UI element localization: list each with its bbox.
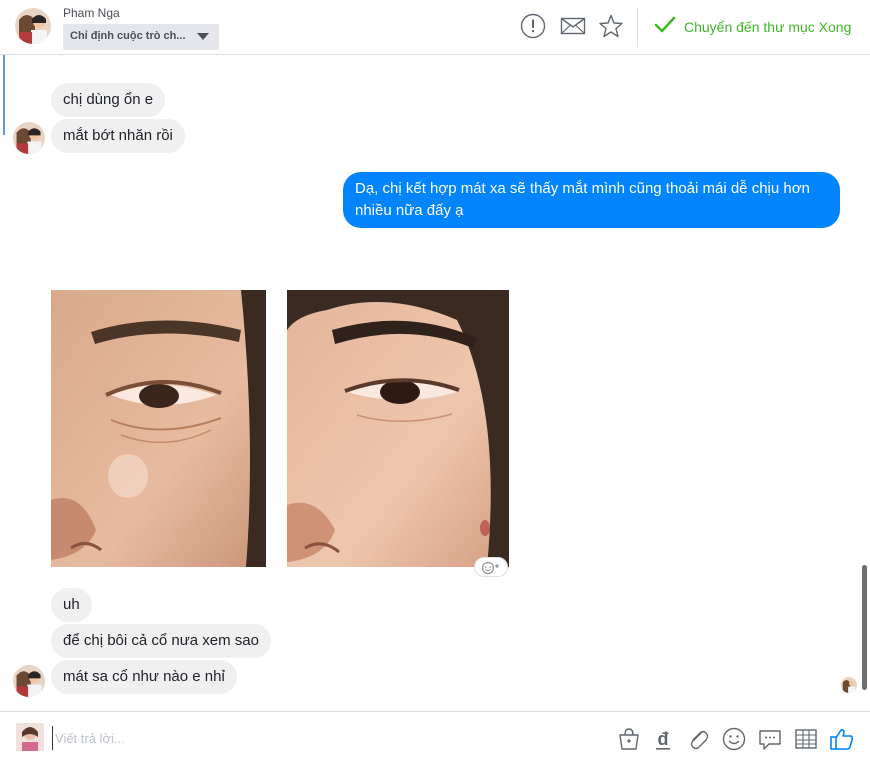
paperclip-icon[interactable] bbox=[685, 726, 711, 752]
contact-name[interactable]: Pham Nga bbox=[63, 6, 120, 20]
move-to-done-button[interactable]: Chuyển đến thư mục Xong bbox=[654, 16, 851, 38]
after-eye-photo[interactable] bbox=[287, 290, 509, 567]
outgoing-message[interactable]: Dạ, chị kết hợp mát xa sẽ thấy mắt mình … bbox=[343, 172, 840, 228]
header-divider bbox=[637, 8, 638, 46]
conversation-header: Pham Nga Chỉ định cuộc trò ch... Chuyển … bbox=[0, 0, 870, 55]
smiley-icon[interactable] bbox=[721, 726, 747, 752]
envelope-icon[interactable] bbox=[560, 13, 586, 39]
assign-conversation-dropdown[interactable]: Chỉ định cuộc trò ch... bbox=[63, 24, 219, 50]
thumbs-up-icon[interactable] bbox=[829, 726, 855, 752]
svg-text:đ: đ bbox=[658, 729, 669, 749]
incoming-message[interactable]: để chị bôi cả cổ nưa xem sao bbox=[51, 624, 271, 658]
table-icon[interactable] bbox=[793, 726, 819, 752]
assign-dropdown-label: Chỉ định cuộc trò ch... bbox=[70, 30, 186, 42]
shop-bag-icon[interactable] bbox=[616, 726, 642, 752]
seen-indicator-avatar bbox=[841, 677, 857, 693]
add-reaction-button[interactable] bbox=[474, 557, 508, 577]
contact-avatar[interactable] bbox=[15, 8, 51, 44]
reply-composer: đ bbox=[0, 711, 870, 771]
thread-edge-marker bbox=[3, 55, 5, 135]
page-avatar bbox=[16, 723, 44, 751]
message-thread[interactable]: chị dùng ổn e mắt bớt nhăn rồi Dạ, chị k… bbox=[0, 55, 870, 711]
star-icon[interactable] bbox=[598, 13, 624, 39]
thread-scrollbar[interactable] bbox=[862, 565, 867, 690]
chat-bubble-icon[interactable] bbox=[757, 726, 783, 752]
incoming-message[interactable]: chị dùng ổn e bbox=[51, 83, 166, 117]
photo-attachment[interactable] bbox=[51, 290, 509, 567]
reply-input[interactable] bbox=[52, 726, 592, 750]
incoming-message[interactable]: uh bbox=[51, 588, 92, 622]
contact-avatar bbox=[13, 122, 45, 154]
incoming-message[interactable]: mát sa cổ như nào e nhỉ bbox=[51, 660, 237, 694]
before-eye-photo[interactable] bbox=[51, 290, 266, 567]
incoming-message[interactable]: mắt bớt nhăn rồi bbox=[51, 119, 185, 153]
currency-dong-icon[interactable]: đ bbox=[650, 726, 676, 752]
move-to-done-label: Chuyển đến thư mục Xong bbox=[684, 19, 852, 35]
alert-icon[interactable] bbox=[520, 13, 546, 39]
caret-down-icon bbox=[197, 33, 209, 40]
checkmark-icon bbox=[654, 16, 676, 39]
contact-avatar bbox=[13, 665, 45, 697]
